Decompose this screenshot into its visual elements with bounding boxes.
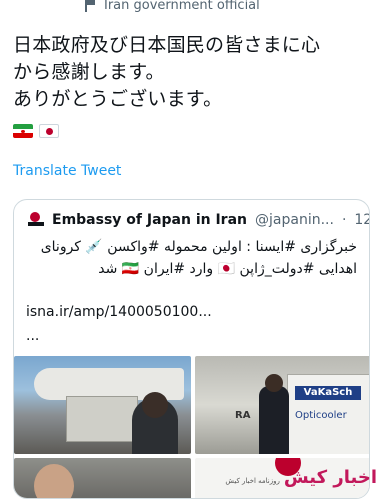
official-head	[265, 374, 283, 392]
quoted-timestamp[interactable]: 12h	[354, 212, 369, 228]
cargo-container	[66, 396, 138, 442]
watermark: اخبار کیش روزنامه اخبار کیش	[225, 467, 377, 488]
container-cooler-label: Opticooler	[295, 410, 347, 421]
official-suit	[259, 386, 289, 454]
watermark-sub: روزنامه اخبار کیش	[225, 477, 280, 485]
iran-flag-icon	[13, 124, 33, 138]
quoted-tweet-link[interactable]: isna.ir/amp/1400050100...	[26, 304, 212, 320]
tweet-flags	[13, 124, 59, 138]
watermark-main: اخبار کیش	[283, 467, 377, 488]
quoted-author-handle[interactable]: @japanin...	[255, 212, 334, 228]
flag-icon	[84, 0, 96, 12]
tweet-text: 日本政府及び日本国民の皆さまに心 から感謝します。 ありがとうございます。	[13, 34, 321, 110]
quoted-tweet-text: خبرگزاری #ایسنا : اولین محموله #واکسن 💉 …	[40, 239, 357, 277]
face-shape	[34, 464, 74, 498]
container-ra-label: RA	[235, 410, 251, 421]
embassy-avatar-icon[interactable]	[28, 212, 44, 228]
container-brand: VaKaSch	[295, 386, 361, 400]
social-context-label: Iran government official	[84, 0, 260, 14]
quoted-separator: ·	[341, 212, 347, 228]
government-label-text: Iran government official	[104, 0, 260, 13]
japan-flag-icon	[39, 124, 59, 138]
translate-tweet-link[interactable]: Translate Tweet	[13, 163, 121, 179]
quoted-author-name[interactable]: Embassy of Japan in Iran	[52, 212, 247, 228]
photo-person-closeup[interactable]	[14, 458, 191, 498]
photo-cargo-plane[interactable]	[14, 356, 191, 454]
photo-vaccine-container[interactable]: VaKaSch Opticooler RA	[195, 356, 369, 454]
quoted-tweet-ellipsis: ...	[26, 328, 40, 344]
quoted-tweet-card[interactable]: Embassy of Japan in Iran @japanin... · 1…	[13, 199, 370, 499]
quoted-tweet-header: Embassy of Japan in Iran @japanin... · 1…	[28, 212, 369, 228]
person-head	[142, 392, 168, 418]
